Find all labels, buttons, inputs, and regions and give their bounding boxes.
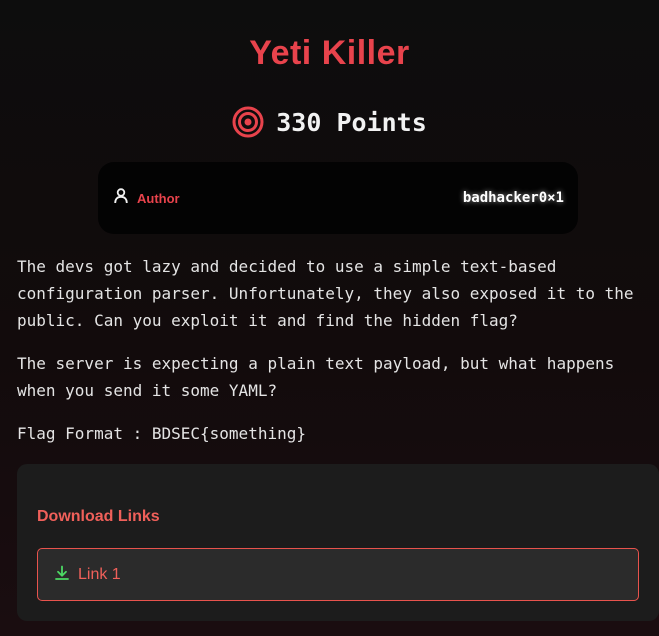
- download-icon: [54, 565, 70, 585]
- points-display: 330 Points: [0, 106, 659, 138]
- author-name: badhacker0×1: [462, 190, 564, 206]
- download-links-title: Download Links: [37, 508, 160, 525]
- description-paragraph-2: The server is expecting a plain text pay…: [17, 354, 615, 400]
- challenge-title: Yeti Killer: [249, 34, 410, 72]
- points-value: 330 Points: [276, 107, 427, 137]
- flag-format: Flag Format : BDSEC{something}: [17, 424, 306, 443]
- download-link-1[interactable]: Link 1: [37, 548, 639, 601]
- description-paragraph-1: The devs got lazy and decided to use a s…: [17, 257, 634, 330]
- author-label: Author: [137, 190, 180, 206]
- author-card: Author badhacker0×1: [98, 162, 578, 234]
- user-icon: [114, 188, 128, 208]
- download-link-label: Link 1: [78, 565, 121, 583]
- download-links-panel: Download Links Link 1: [17, 464, 659, 621]
- target-icon: [232, 106, 264, 138]
